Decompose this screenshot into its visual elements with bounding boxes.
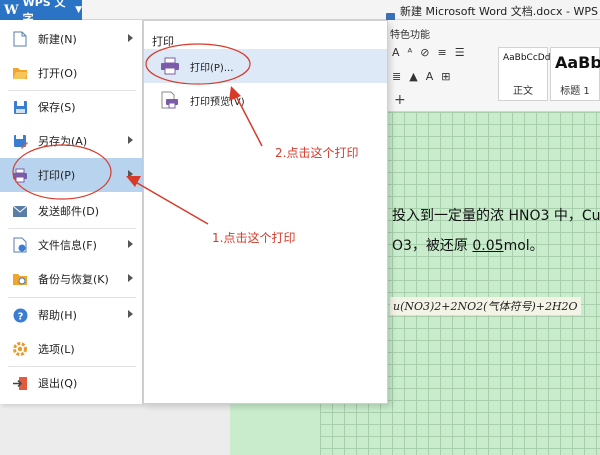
new-doc-icon: [12, 31, 28, 47]
print-preview-icon: [160, 90, 180, 110]
clear-format-icon[interactable]: ⊘: [420, 46, 429, 59]
style-heading-1[interactable]: AaBb 标题 1: [550, 47, 600, 101]
menu-item-save[interactable]: 保存(S): [0, 90, 143, 124]
submenu-arrow-icon: [128, 240, 133, 248]
doc-line-2: O3，被还原 0.05mol。: [392, 238, 544, 254]
submenu-arrow-icon: [128, 310, 133, 318]
file-info-icon: [12, 237, 28, 253]
menu-item-file-info[interactable]: 文件信息(F): [0, 228, 143, 262]
highlight-icon[interactable]: ▲: [409, 70, 417, 83]
align-icon[interactable]: ≣: [392, 70, 401, 83]
annotation-step-1: 1.点击这个打印: [212, 231, 296, 245]
gear-icon: [12, 341, 28, 357]
mail-icon: [12, 203, 28, 219]
style-normal[interactable]: AaBbCcDd 正文: [498, 47, 550, 101]
save-icon: [12, 99, 28, 115]
font-toolbar-row-2: ≣ ▲ A ⊞: [392, 70, 450, 83]
title-bar: W WPS 文字 ▼ 新建 Microsoft Word 文档.docx - W…: [0, 0, 600, 34]
printer-icon: [160, 56, 180, 76]
line-spacing-icon[interactable]: ≡: [438, 46, 447, 59]
menu-item-backup[interactable]: 备份与恢复(K): [0, 262, 143, 296]
submenu-arrow-icon: [128, 170, 133, 178]
printer-icon: [12, 167, 28, 183]
menu-item-exit[interactable]: 退出(Q): [0, 366, 143, 400]
new-tab-plus-icon[interactable]: +: [394, 92, 406, 108]
wps-app-menu-button[interactable]: W WPS 文字 ▼: [0, 0, 82, 25]
submenu-item-print[interactable]: 打印(P)...: [144, 49, 387, 83]
doc-line-1: 投入到一定量的浓 HNO3 中，Cu: [392, 208, 600, 224]
doc-formula: u(NO3)2+2NO2(气体符号)+2H2O: [390, 297, 581, 315]
menu-item-send-mail[interactable]: 发送邮件(D): [0, 194, 143, 228]
menu-item-options[interactable]: 选项(L): [0, 332, 143, 366]
annotation-step-2: 2.点击这个打印: [275, 146, 359, 160]
menu-item-print[interactable]: 打印(P): [0, 158, 143, 192]
submenu-arrow-icon: [128, 274, 133, 282]
chevron-down-icon: ▼: [75, 5, 82, 15]
save-as-icon: [12, 133, 28, 149]
submenu-arrow-icon: [128, 34, 133, 42]
print-submenu: 打印 打印(P)... 打印预览(V): [143, 20, 388, 404]
help-icon: ?: [12, 307, 28, 323]
grow-font-icon[interactable]: A: [392, 46, 400, 59]
submenu-item-print-preview[interactable]: 打印预览(V): [144, 83, 387, 117]
shrink-font-icon[interactable]: ᴬ: [408, 46, 413, 59]
menu-item-save-as[interactable]: 另存为(A): [0, 124, 143, 158]
table-icon[interactable]: ⊞: [441, 70, 450, 83]
submenu-header: 打印: [152, 35, 174, 48]
submenu-arrow-icon: [128, 136, 133, 144]
font-toolbar-row-1: A ᴬ ⊘ ≡ ☰: [392, 46, 465, 59]
bullets-icon[interactable]: ☰: [455, 46, 465, 59]
tab-special-features[interactable]: 特色功能: [390, 26, 430, 41]
svg-text:?: ?: [17, 311, 23, 322]
folder-open-icon: [12, 65, 28, 81]
backup-icon: [12, 271, 28, 287]
file-menu: 新建(N) 打开(O) 保存(S) 另存为(A) 打印(P) 发送邮件(D) 文…: [0, 20, 143, 404]
menu-item-new[interactable]: 新建(N): [0, 22, 143, 56]
menu-item-help[interactable]: ? 帮助(H): [0, 298, 143, 332]
wps-logo-icon: W: [4, 2, 19, 18]
menu-item-open[interactable]: 打开(O): [0, 56, 143, 90]
font-color-icon[interactable]: A: [426, 70, 434, 83]
ribbon: 特色功能 A ᴬ ⊘ ≡ ☰ ≣ ▲ A ⊞ AaBbCcDd 正文 AaBb …: [380, 20, 600, 112]
exit-icon: [12, 375, 28, 391]
